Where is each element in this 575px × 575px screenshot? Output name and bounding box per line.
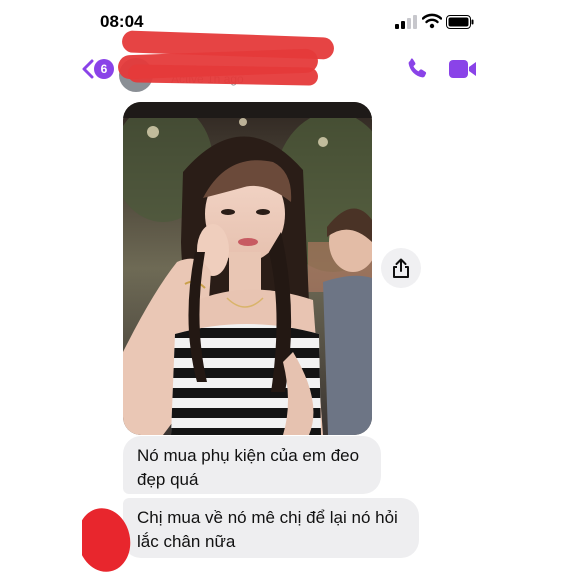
chevron-left-icon [82, 59, 94, 79]
messenger-screen: 08:04 6 Active 1h ago [82, 0, 495, 575]
message-bubble[interactable]: Chị mua về nó mê chị để lại nó hỏi lắc c… [123, 498, 419, 558]
redaction-mark [127, 64, 319, 86]
battery-icon [446, 15, 474, 29]
wifi-icon [422, 13, 442, 29]
signal-icon [395, 15, 417, 29]
phone-icon[interactable] [404, 56, 430, 82]
back-button[interactable]: 6 [82, 56, 116, 82]
message-text: Chị mua về nó mê chị để lại nó hỏi lắc c… [137, 508, 398, 551]
share-button[interactable] [381, 248, 421, 288]
status-time: 08:04 [100, 12, 144, 31]
video-camera-icon[interactable] [448, 57, 478, 81]
shared-photo[interactable] [123, 102, 372, 435]
chat-header: 6 Active 1h ago [82, 30, 495, 94]
unread-count-badge: 6 [94, 59, 114, 79]
message-text: Nó mua phụ kiện của em đeo đẹp quá [137, 446, 360, 489]
message-bubble[interactable]: Nó mua phụ kiện của em đeo đẹp quá [123, 436, 381, 494]
share-icon [393, 258, 409, 278]
